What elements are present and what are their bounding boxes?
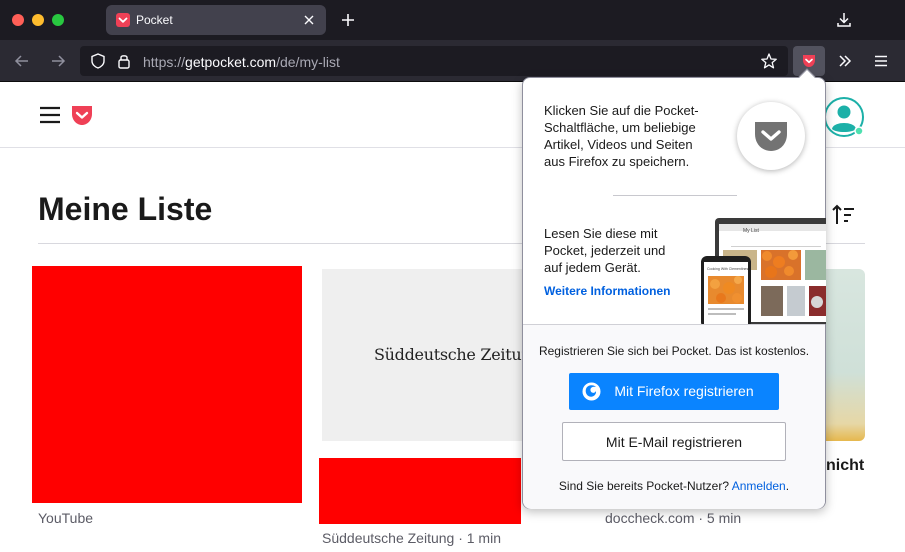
signin-prompt: Sind Sie bereits Pocket-Nutzer? Anmelden… <box>558 479 790 493</box>
pocket-signup-panel: Klicken Sie auf die Pocket-Schaltfläche,… <box>522 68 826 509</box>
pocket-save-illustration <box>737 102 805 170</box>
download-icon[interactable] <box>834 10 854 30</box>
panel-footer: Registrieren Sie sich bei Pocket. Das is… <box>523 324 825 509</box>
active-tab[interactable]: Pocket <box>106 5 326 35</box>
panel-intro-text: Klicken Sie auf die Pocket-Schaltfläche,… <box>544 103 699 169</box>
card-thumbnail-sueddeutsche[interactable]: Süddeutsche Zeitung <box>322 269 542 441</box>
redacted-thumbnail[interactable] <box>32 266 302 503</box>
more-info-link[interactable]: Weitere Informationen <box>544 284 670 298</box>
hamburger-menu-icon[interactable] <box>871 51 891 71</box>
register-with-email-button[interactable]: Mit E-Mail registrieren <box>562 422 786 461</box>
panel-read-anywhere-text: Lesen Sie diese mit Pocket, jederzeit un… <box>544 226 666 275</box>
bookmark-star-icon[interactable] <box>760 52 778 70</box>
card-thumbnail-doccheck[interactable] <box>826 269 865 441</box>
tracking-protection-shield-icon[interactable] <box>89 52 107 70</box>
pocket-favicon-icon <box>116 13 130 27</box>
back-arrow-icon[interactable] <box>12 51 32 71</box>
minimize-window-button[interactable] <box>32 14 44 26</box>
overflow-chevrons-icon[interactable] <box>835 51 855 71</box>
tab-title: Pocket <box>136 13 173 27</box>
new-tab-icon[interactable] <box>338 10 358 30</box>
page-title: Meine Liste <box>38 191 213 227</box>
lock-icon[interactable] <box>116 52 132 70</box>
url-text: https://getpocket.com/de/my-list <box>143 54 340 70</box>
panel-divider <box>613 195 737 196</box>
user-avatar-icon[interactable] <box>823 96 865 138</box>
card-meta-doccheck[interactable]: doccheck.com · 5 min <box>605 510 741 526</box>
register-with-email-label: Mit E-Mail registrieren <box>605 434 743 450</box>
close-window-button[interactable] <box>12 14 24 26</box>
maximize-window-button[interactable] <box>52 14 64 26</box>
devices-list-heading: My List <box>743 228 759 234</box>
tab-close-icon[interactable] <box>300 11 318 29</box>
pocket-save-icon <box>755 122 787 151</box>
signin-link[interactable]: Anmelden <box>732 479 786 493</box>
url-host: getpocket.com <box>185 54 277 70</box>
register-with-firefox-button[interactable]: Mit Firefox registrieren <box>569 373 779 410</box>
register-prompt: Registrieren Sie sich bei Pocket. Das is… <box>538 344 810 358</box>
redacted-title[interactable] <box>319 458 521 524</box>
menu-icon[interactable] <box>38 105 62 125</box>
card-title-fragment[interactable]: nicht <box>826 457 864 475</box>
card-meta-youtube[interactable]: YouTube <box>38 510 93 526</box>
register-with-firefox-label: Mit Firefox registrieren <box>614 383 754 399</box>
devices-illustration: My List Cooking With Clementines <box>701 216 826 324</box>
forward-arrow-icon[interactable] <box>48 51 68 71</box>
tab-bar: Pocket <box>0 0 905 40</box>
card-meta-sueddeutsche[interactable]: Süddeutsche Zeitung · 1 min <box>322 530 501 546</box>
devices-phone-caption: Cooking With Clementines <box>707 267 749 271</box>
navigation-toolbar: https://getpocket.com/de/my-list <box>0 40 905 82</box>
pocket-icon <box>803 55 815 67</box>
sueddeutsche-logo: Süddeutsche Zeitung <box>374 345 542 364</box>
pocket-logo-icon[interactable] <box>70 104 94 127</box>
url-bar[interactable]: https://getpocket.com/de/my-list <box>80 46 788 76</box>
sort-icon[interactable] <box>830 203 856 227</box>
